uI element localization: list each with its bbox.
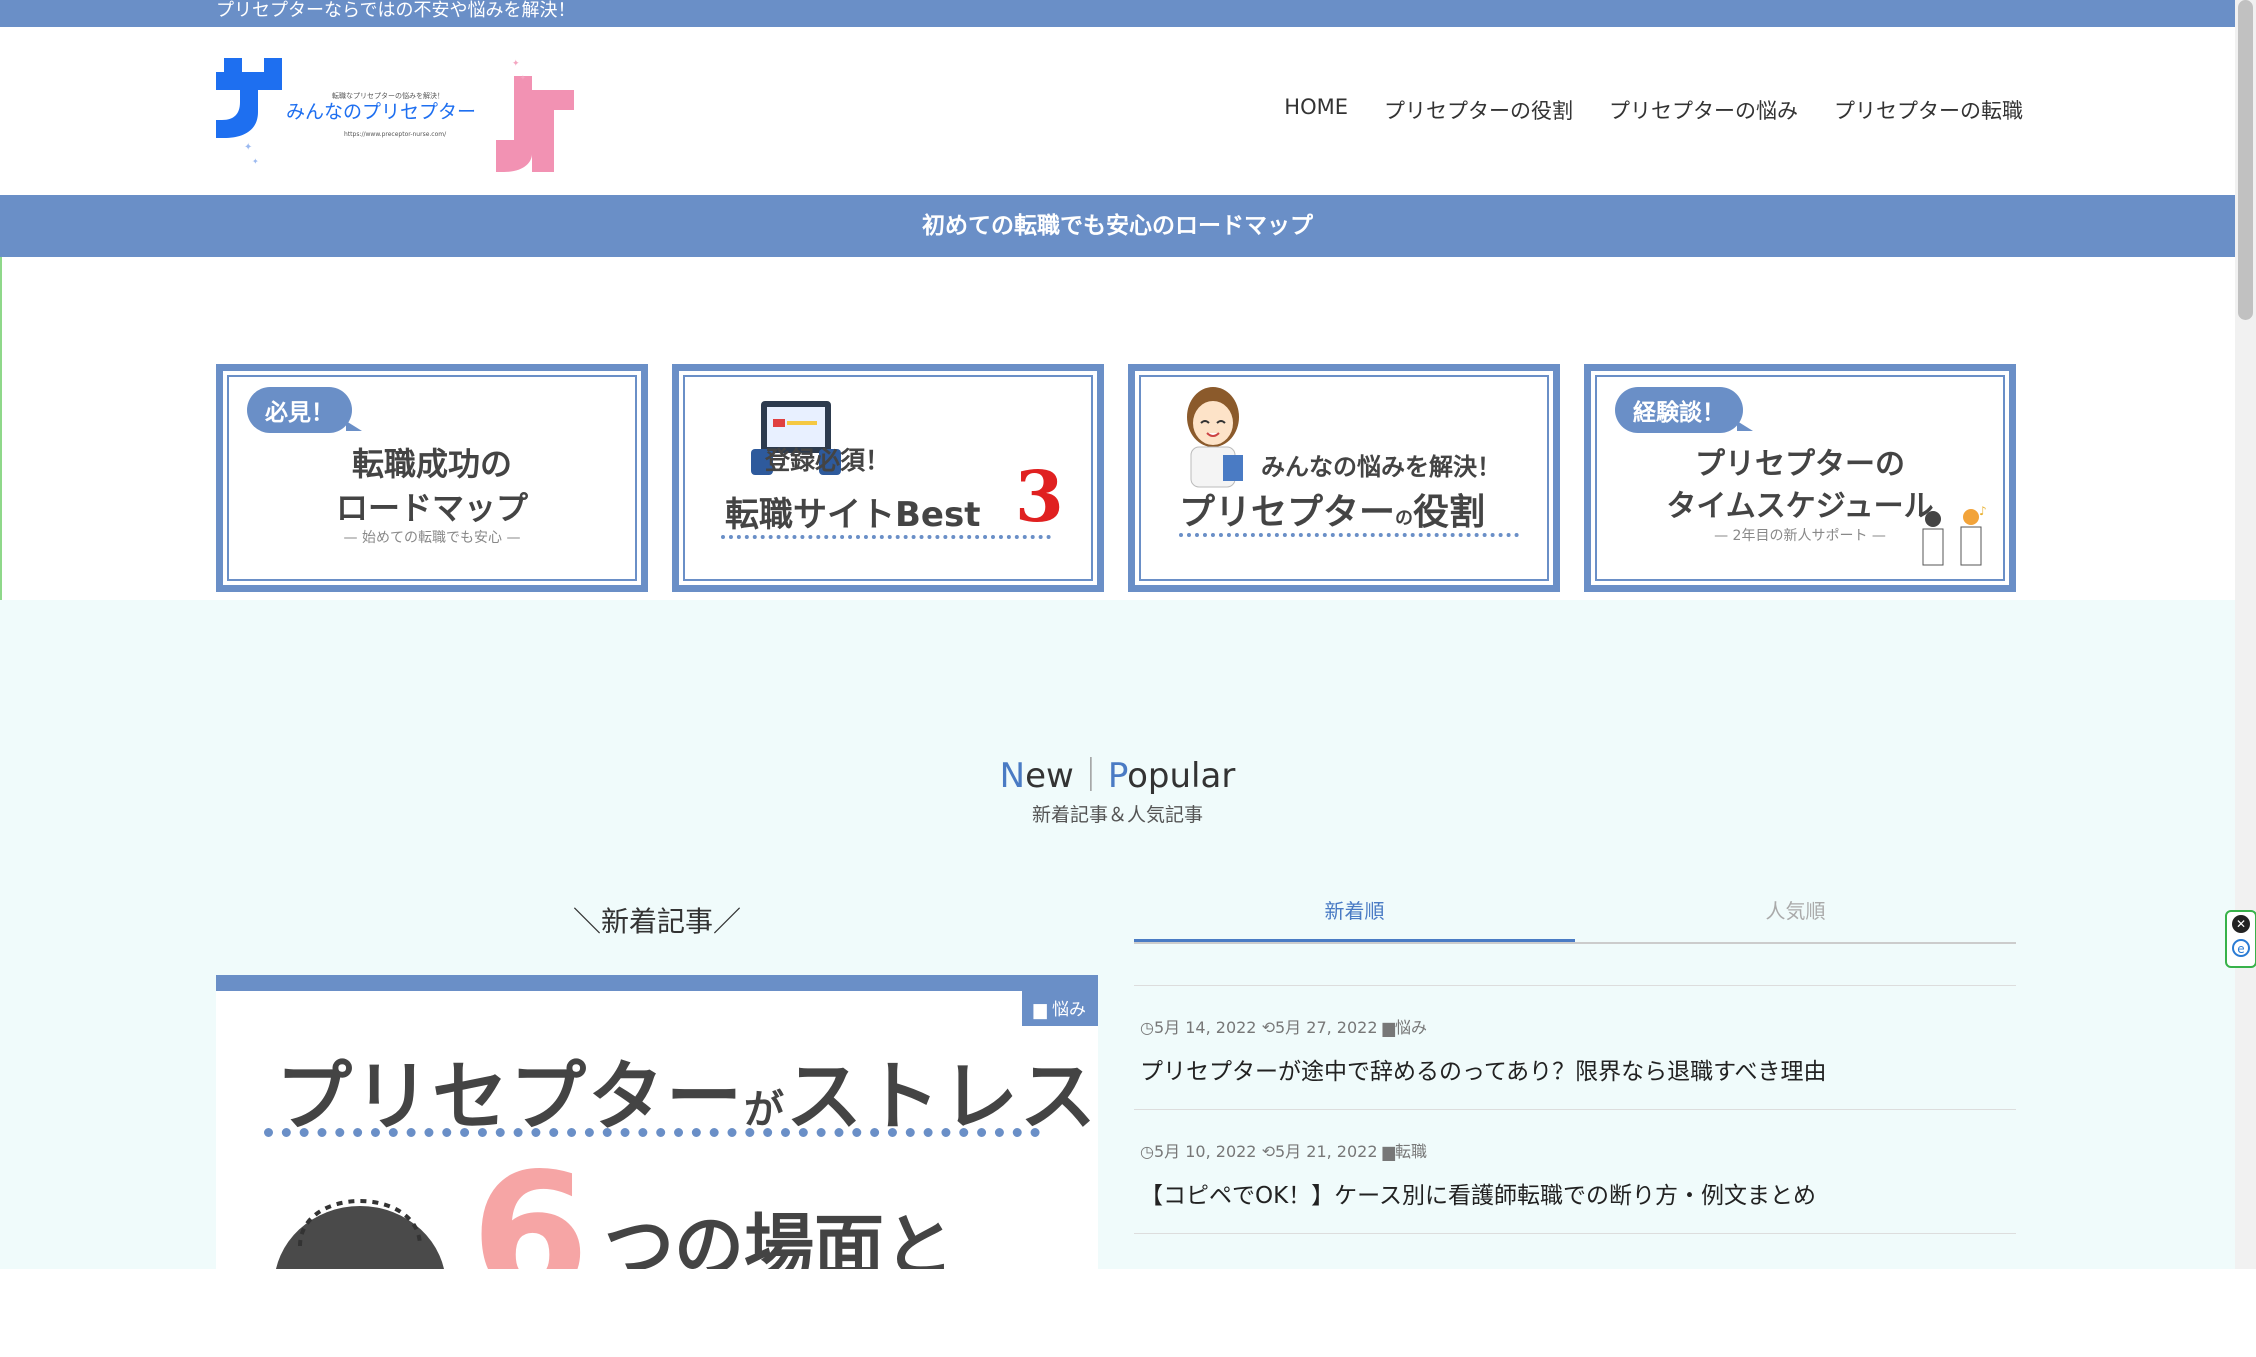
logo-url-text: https://www.preceptor-nurse.com/ <box>344 131 447 138</box>
article-sort-tabs: 新着順 人気順 <box>1134 890 2016 944</box>
folder-icon: ▆ <box>1382 1018 1395 1037</box>
feature-cards: 必見！ 転職成功の ロードマップ — 始めての転職でも安心 — 登録必須！ 転職… <box>216 364 2016 592</box>
logo-tiny-text: 転職なプリセプターの悩みを解決！ <box>332 91 444 100</box>
tagline-text: プリセプターならではの不安や悩みを解決！ <box>216 0 576 21</box>
featured-sub-graphic: つの場面と <box>604 1206 954 1269</box>
roadmap-banner-link[interactable]: 初めての転職でも安心のロードマップ <box>0 195 2235 257</box>
featured-category-badge[interactable]: ▆ 悩み <box>1021 991 1098 1026</box>
close-icon[interactable]: ✕ <box>2232 915 2250 933</box>
card-best3-line2: 転職サイトBest <box>725 495 981 535</box>
article-title[interactable]: 【コピペでOK！】ケース別に看護師転職での断り方・例文まとめ <box>1140 1176 1816 1210</box>
card-schedule[interactable]: 経験談！ プリセプターの タイムスケジュール — 2年目の新人サポート — ♪ <box>1584 364 2016 592</box>
top-tagline-bar: プリセプターならではの不安や悩みを解決！ <box>0 0 2235 27</box>
card-best3-line1: 登録必須！ <box>765 446 891 475</box>
featured-six-graphic: 6 <box>471 1137 590 1269</box>
nav-career-change[interactable]: プリセプターの転職 <box>1834 95 2023 125</box>
article-list: ◷5月 14, 2022 ⟲5月 27, 2022 ▆悩み プリセプターが途中で… <box>1134 985 2016 1357</box>
card-roadmap-line2: ロードマップ <box>335 489 528 527</box>
featured-category-label: 悩み <box>1052 1000 1086 1020</box>
update-icon: ⟲ <box>1261 1142 1275 1161</box>
article-title[interactable]: プリセプターが途中で辞めるのってあり？限界なら退職すべき理由 <box>1140 1052 1827 1086</box>
nurse-illustration-icon <box>1187 387 1243 488</box>
clock-icon: ◷ <box>1140 1142 1154 1161</box>
nurses-illustration-icon: ♪ <box>1922 505 1987 566</box>
section-title: New｜Popular <box>999 756 1236 796</box>
folder-icon: ▆ <box>1382 1142 1395 1161</box>
update-icon: ⟲ <box>1261 1018 1275 1037</box>
extension-side-widget[interactable]: ✕ e <box>2225 910 2256 968</box>
article-meta: ◷5月 14, 2022 ⟲5月 27, 2022 ▆悩み <box>1140 1018 1427 1037</box>
svg-text:✦: ✦ <box>252 157 259 166</box>
card-best3[interactable]: 登録必須！ 転職サイトBest 3 <box>672 364 1104 592</box>
tab-popular[interactable]: 人気順 <box>1575 890 2016 942</box>
card-schedule-badge: 経験談！ <box>1615 387 1753 433</box>
card-roadmap[interactable]: 必見！ 転職成功の ロードマップ — 始めての転職でも安心 — <box>216 364 648 592</box>
card-role-line2: プリセプター <box>1179 492 1396 533</box>
main-nav: HOME プリセプターの役割 プリセプターの悩み プリセプターの転職 <box>1284 95 2023 125</box>
card-best3-number: 3 <box>1015 455 1064 538</box>
clock-icon: ◷ <box>1140 1018 1154 1037</box>
card-role-small: の <box>1395 508 1414 529</box>
card-roadmap-sub: — 始めての転職でも安心 — <box>343 530 521 546</box>
svg-text:✦: ✦ <box>244 142 252 153</box>
card-roadmap-line1: 転職成功の <box>351 445 512 483</box>
card-schedule-line1: プリセプターの <box>1695 447 1905 482</box>
article-meta: ◷5月 10, 2022 ⟲5月 21, 2022 ▆転職 <box>1140 1142 1427 1161</box>
folder-icon: ▆ <box>1033 1000 1047 1020</box>
nav-role[interactable]: プリセプターの役割 <box>1384 95 1573 125</box>
tab-newest[interactable]: 新着順 <box>1134 890 1575 942</box>
roadmap-banner-text: 初めての転職でも安心のロードマップ <box>922 213 1313 239</box>
card-role[interactable]: みんなの悩みを解決！ プリセプターの役割 <box>1128 364 1560 592</box>
nav-home[interactable]: HOME <box>1284 95 1348 125</box>
card-role-title: プリセプターの役割 <box>1179 483 1485 535</box>
extension-icon[interactable]: e <box>2232 939 2250 957</box>
featured-article-card[interactable]: ▆ 悩み プリセプターがストレス 6 つの場面と <box>216 975 1098 1269</box>
logo-graphic: みんなのプリセプター 転職なプリセプターの悩みを解決！ https://www.… <box>216 58 574 172</box>
list-item[interactable] <box>1134 1233 2016 1357</box>
site-logo[interactable]: みんなのプリセプター 転職なプリセプターの悩みを解決！ https://www.… <box>214 50 580 174</box>
scrollbar-thumb[interactable] <box>2238 0 2253 320</box>
section-subtitle: 新着記事＆人気記事 <box>1031 804 1203 826</box>
svg-text:✦: ✦ <box>520 74 526 82</box>
svg-text:♪: ♪ <box>1979 505 1987 518</box>
new-articles-heading: ＼新着記事／ <box>572 905 741 938</box>
character-face-icon <box>275 1199 445 1269</box>
page-scrollbar[interactable] <box>2235 0 2256 1269</box>
card-roadmap-badge: 必見！ <box>247 387 362 433</box>
card-role-line3: 役割 <box>1413 492 1486 533</box>
list-item[interactable]: ◷5月 14, 2022 ⟲5月 27, 2022 ▆悩み プリセプターが途中で… <box>1134 985 2016 1109</box>
svg-text:✦: ✦ <box>512 59 520 69</box>
list-item[interactable]: ◷5月 10, 2022 ⟲5月 21, 2022 ▆転職 【コピペでOK！】ケ… <box>1134 1109 2016 1233</box>
card-role-line1: みんなの悩みを解決！ <box>1261 453 1501 481</box>
nav-worries[interactable]: プリセプターの悩み <box>1609 95 1798 125</box>
logo-text: みんなのプリセプター <box>286 101 476 123</box>
